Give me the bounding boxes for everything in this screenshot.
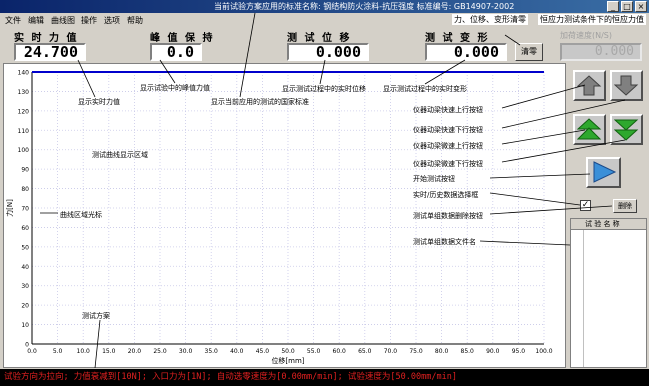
y-tick-label: 100	[18, 147, 30, 154]
list-header: 试 验 名 称	[571, 219, 646, 230]
realtime-history-checkbox[interactable]: ✓	[580, 200, 591, 211]
x-tick-label: 60.0	[333, 348, 347, 355]
x-tick-label: 75.0	[409, 348, 423, 355]
double-chevron-down-icon	[614, 119, 639, 141]
annot-show-peak: 显示试验中的峰值力值	[140, 84, 210, 92]
close-button[interactable]: ×	[635, 1, 647, 12]
annot-show-standard: 显示当前应用的测试的国家标准	[211, 98, 309, 106]
double-chevron-up-icon	[577, 118, 602, 140]
beam-down-fast-button[interactable]	[610, 70, 643, 101]
clear-callout: 力、位移、变形清零	[452, 14, 528, 25]
annot-cursor: 曲线区域光标	[60, 211, 102, 219]
menu-edit[interactable]: 编辑	[28, 15, 44, 26]
title-bar: 当前试验方案应用的标准名称: 钢结构防火涂料-抗压强度 标准编号: GB1490…	[0, 0, 649, 13]
x-tick-label: 5.0	[53, 348, 63, 355]
deformation-label: 测 试 变 形	[425, 33, 490, 44]
speed-readout: 0.000	[560, 43, 642, 61]
annot-show-displacement: 显示测试过程中的实时位移	[282, 85, 366, 93]
status-bar: 试验方向为拉向; 力值衰减到[10N]; 入口力为[1N]; 自动选零速度为[0…	[0, 369, 649, 386]
list-gridline	[583, 230, 584, 367]
arrow-up-icon	[577, 75, 602, 96]
beam-down-fine-button[interactable]	[610, 114, 643, 145]
annot-show-deformation: 显示测试过程中的实时变形	[383, 85, 467, 93]
annot-btn-down-fast: 仪器动梁快速下行按钮	[413, 126, 483, 134]
play-icon	[593, 161, 617, 183]
y-tick-label: 70	[21, 206, 29, 213]
x-tick-label: 65.0	[358, 348, 372, 355]
annot-curve-area: 测试曲线显示区域	[92, 151, 148, 159]
y-tick-label: 130	[18, 89, 30, 96]
clear-button[interactable]: 清零	[515, 43, 543, 61]
annot-show-force: 显示实时力值	[78, 98, 120, 106]
x-tick-label: 85.0	[461, 348, 475, 355]
arrow-down-icon	[614, 75, 639, 96]
x-tick-label: 95.0	[512, 348, 526, 355]
x-tick-label: 10.0	[77, 348, 91, 355]
speed-callout: 恒应力测试条件下的恒应力值	[538, 14, 646, 25]
y-tick-label: 40	[21, 264, 29, 271]
x-axis-label: 位移[mm]	[271, 356, 304, 365]
y-tick-label: 10	[21, 322, 29, 329]
annot-scheme: 测试方案	[82, 312, 110, 320]
annot-btn-up-fine: 仪器动梁微速上行按钮	[413, 142, 483, 150]
delete-button[interactable]: 删除	[613, 199, 637, 213]
maximize-button[interactable]: □	[621, 1, 633, 12]
x-tick-label: 50.0	[281, 348, 295, 355]
x-tick-label: 15.0	[102, 348, 116, 355]
peak-label: 峰 值 保 持	[150, 33, 215, 44]
start-test-button[interactable]	[586, 157, 621, 188]
x-tick-label: 90.0	[486, 348, 500, 355]
y-tick-label: 30	[21, 283, 29, 290]
annot-realtime-history: 实时/历史数据选择框	[413, 191, 479, 199]
x-tick-label: 25.0	[153, 348, 167, 355]
beam-up-fine-button[interactable]	[573, 114, 606, 145]
annot-single-delete: 测试单组数据删除按钮	[413, 212, 483, 220]
window-title: 当前试验方案应用的标准名称: 钢结构防火涂料-抗压强度 标准编号: GB1490…	[214, 2, 515, 11]
y-axis-label: 力[N]	[5, 199, 14, 217]
annot-btn-start: 开始测试按钮	[413, 175, 455, 183]
menu-options[interactable]: 选项	[104, 15, 120, 26]
x-tick-label: 40.0	[230, 348, 244, 355]
menu-curve[interactable]: 曲线图	[51, 15, 75, 26]
menu-operation[interactable]: 操作	[81, 15, 97, 26]
y-tick-label: 20	[21, 303, 29, 310]
x-tick-label: 30.0	[179, 348, 193, 355]
x-tick-label: 45.0	[256, 348, 270, 355]
x-tick-label: 35.0	[205, 348, 219, 355]
force-readout: 24.700	[14, 43, 86, 61]
annot-btn-down-fine: 仪器动梁微速下行按钮	[413, 160, 483, 168]
x-tick-label: 70.0	[384, 348, 398, 355]
force-label: 实 时 力 值	[14, 33, 79, 44]
y-tick-label: 110	[18, 128, 30, 135]
x-tick-label: 55.0	[307, 348, 321, 355]
beam-up-fast-button[interactable]	[573, 70, 606, 101]
y-tick-label: 90	[21, 167, 29, 174]
menu-help[interactable]: 帮助	[127, 15, 143, 26]
minimize-button[interactable]: _	[607, 1, 619, 12]
x-tick-label: 0.0	[27, 348, 37, 355]
y-tick-label: 60	[21, 225, 29, 232]
menu-file[interactable]: 文件	[5, 15, 21, 26]
y-tick-label: 120	[18, 108, 30, 115]
y-tick-label: 50	[21, 244, 29, 251]
annot-btn-up-fast: 仪器动梁快速上行按钮	[413, 106, 483, 114]
y-tick-label: 140	[18, 70, 30, 77]
peak-readout: 0.0	[150, 43, 202, 61]
deformation-readout: 0.000	[425, 43, 507, 61]
displacement-readout: 0.000	[287, 43, 369, 61]
x-tick-label: 100.0	[535, 348, 552, 355]
y-tick-label: 80	[21, 186, 29, 193]
speed-label: 加荷速度(N/S)	[560, 31, 612, 40]
displacement-label: 测 试 位 移	[287, 33, 352, 44]
x-tick-label: 80.0	[435, 348, 449, 355]
annot-single-filename: 测试单组数据文件名	[413, 238, 476, 246]
test-name-list[interactable]: 试 验 名 称	[570, 218, 647, 368]
x-tick-label: 20.0	[128, 348, 142, 355]
